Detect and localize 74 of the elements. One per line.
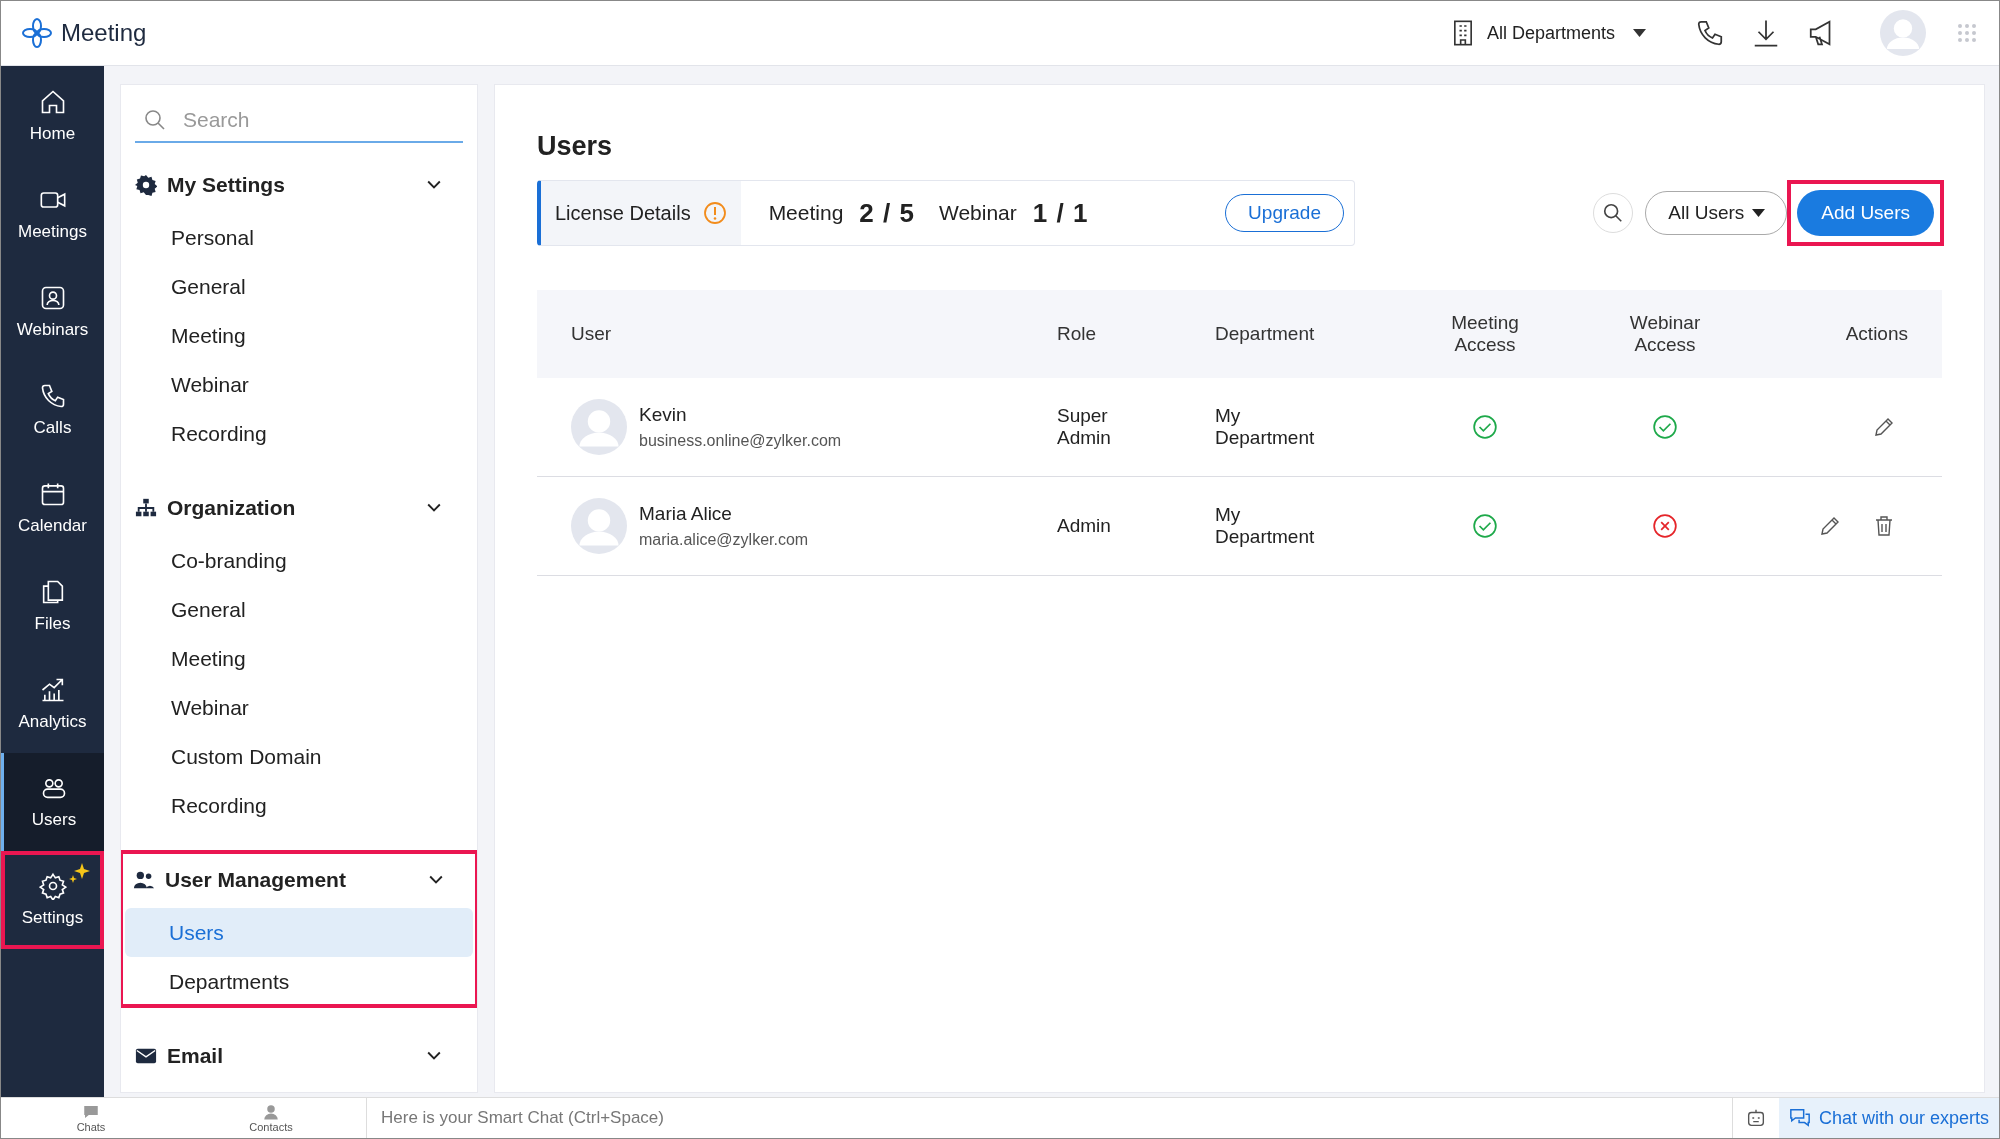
nav-item[interactable]: Files <box>1 557 104 655</box>
logo-icon <box>21 17 53 49</box>
caret-icon <box>1633 29 1646 37</box>
settings-menu-item[interactable]: Meeting <box>127 634 471 683</box>
webinar-license-label: Webinar <box>938 201 1017 225</box>
warning-icon <box>702 201 727 225</box>
add-users-button[interactable]: Add Users <box>1797 190 1934 236</box>
phone-icon[interactable] <box>1695 18 1725 48</box>
column-header: Department <box>1215 323 1316 345</box>
chevron-down-icon <box>427 503 441 513</box>
department-dropdown[interactable]: All Departments <box>1448 18 1646 48</box>
settings-menu-item[interactable]: Departments <box>125 957 473 1006</box>
settings-menu-item[interactable]: Recording <box>127 409 471 458</box>
person-icon <box>262 1103 280 1121</box>
chats-tab[interactable]: Chats <box>1 1103 181 1133</box>
user-name: Kevin <box>639 404 688 426</box>
department-cell-text: My Department <box>1215 504 1316 548</box>
settings-menu-item[interactable]: General <box>127 262 471 311</box>
smart-chat-field[interactable]: Here is your Smart Chat (Ctrl+Space) <box>366 1098 1733 1138</box>
section-header[interactable]: Email <box>127 1028 471 1084</box>
avatar-icon <box>571 498 627 554</box>
sparkle-icon <box>68 861 92 885</box>
column-header: Meeting Access <box>1450 312 1520 356</box>
user-email: business.online@zylker.com <box>639 432 842 450</box>
chat-with-experts-button[interactable]: Chat with our experts <box>1778 1098 1999 1138</box>
meeting-license-count: 2 / 5 <box>859 197 915 229</box>
nav-item[interactable]: Analytics <box>1 655 104 753</box>
section-header[interactable]: Organization <box>127 480 471 536</box>
section-header[interactable]: User Management <box>125 852 473 908</box>
department-cell-text: My Department <box>1215 405 1316 449</box>
nav-item[interactable]: Settings <box>1 851 104 949</box>
hierarchy-icon <box>135 497 157 519</box>
settings-menu-item[interactable]: General <box>127 585 471 634</box>
users-icon <box>133 869 155 891</box>
app-name: Meeting <box>61 19 147 47</box>
page-title: Users <box>537 131 614 162</box>
settings-menu-item[interactable]: Users <box>125 908 473 957</box>
chevron-down-icon <box>429 875 443 885</box>
chat-bubble-icon <box>82 1103 100 1121</box>
chevron-down-icon <box>427 1051 441 1061</box>
section-header[interactable]: My Settings <box>127 157 471 213</box>
search-icon <box>143 108 167 132</box>
chat-bubbles-icon <box>1788 1107 1811 1129</box>
role-cell-text: Super Admin <box>1057 405 1112 449</box>
settings-menu-item[interactable]: Webinar <box>127 683 471 732</box>
settings-menu-item[interactable]: Personal <box>127 213 471 262</box>
column-header: Actions <box>1844 323 1909 345</box>
nav-item[interactable]: Calls <box>1 361 104 459</box>
settings-menu-item[interactable]: Webinar <box>127 360 471 409</box>
user-email: maria.alice@zylker.com <box>639 531 809 549</box>
caret-icon <box>1752 209 1766 217</box>
meeting-license-label: Meeting <box>768 201 844 225</box>
settings-menu-item[interactable]: Meeting <box>127 311 471 360</box>
user-name: Maria Alice <box>639 503 733 525</box>
webinar-license-count: 1 / 1 <box>1032 197 1089 229</box>
nav-item[interactable]: Home <box>1 67 104 165</box>
nav-item[interactable]: Calendar <box>1 459 104 557</box>
contacts-tab[interactable]: Contacts <box>181 1103 361 1133</box>
nav-item[interactable]: Webinars <box>1 263 104 361</box>
column-header: Webinar Access <box>1628 312 1702 356</box>
search-icon <box>1602 202 1625 224</box>
chevron-down-icon <box>427 180 441 190</box>
avatar-icon <box>571 399 627 455</box>
settings-menu-item[interactable]: Recording <box>127 781 471 830</box>
settings-menu-item[interactable]: Custom Domain <box>127 732 471 781</box>
settings-icon <box>135 174 157 196</box>
nav-item[interactable]: Users <box>1 753 104 851</box>
settings-menu-item[interactable]: Co-branding <box>127 536 471 585</box>
column-header: Role <box>1057 323 1098 345</box>
settings-icon <box>38 872 67 900</box>
column-header: User <box>570 323 613 345</box>
nav-item[interactable]: Meetings <box>1 165 104 263</box>
role-cell-text: Admin <box>1057 515 1112 537</box>
license-label: License Details <box>555 201 691 225</box>
